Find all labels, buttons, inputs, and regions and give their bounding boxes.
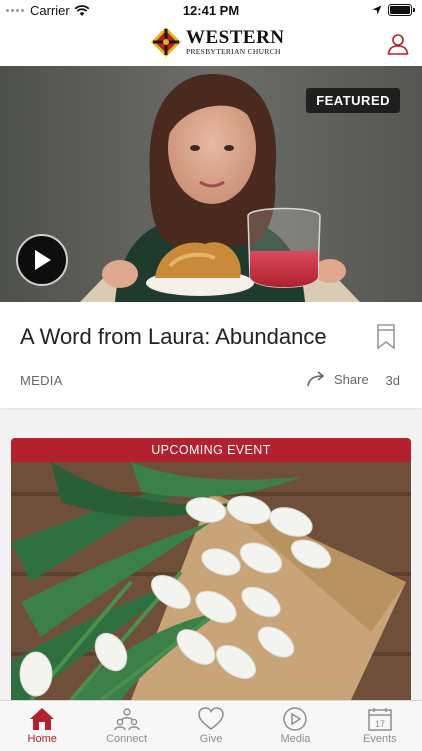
status-bar: Carrier 12:41 PM [0, 0, 422, 22]
calendar-day: 17 [375, 719, 385, 729]
play-circle-icon [283, 707, 308, 731]
tab-label: Connect [106, 733, 148, 745]
tab-home[interactable]: Home [0, 701, 84, 751]
tab-label: Home [27, 733, 57, 745]
play-button[interactable] [16, 234, 68, 286]
heart-icon [198, 707, 224, 730]
upcoming-event-card[interactable]: UPCOMING EVENT [11, 438, 411, 700]
post-age: 3d [385, 373, 400, 388]
tab-bar: Home Connect Give Media 17 Events [0, 700, 422, 751]
church-logo: WESTERN PRESBYTERIAN CHURCH [150, 26, 285, 58]
featured-badge: FEATURED [306, 88, 400, 113]
home-icon [30, 708, 55, 730]
card-title[interactable]: A Word from Laura: Abundance [20, 324, 327, 350]
location-arrow-icon [372, 5, 382, 15]
clock: 12:41 PM [182, 3, 240, 18]
tab-give[interactable]: Give [169, 701, 253, 751]
profile-button[interactable] [386, 32, 410, 56]
app-header: WESTERN PRESBYTERIAN CHURCH [0, 22, 422, 67]
featured-media-card[interactable]: FEATURED A Word from Laura: Abundance ME… [0, 66, 422, 408]
bookmark-icon [377, 324, 395, 350]
user-icon [387, 34, 409, 55]
connect-icon [113, 708, 140, 731]
event-image[interactable] [11, 462, 411, 700]
battery-icon [388, 4, 415, 16]
tab-connect[interactable]: Connect [84, 701, 168, 751]
logo-title: WESTERN [186, 27, 285, 49]
status-right [372, 4, 415, 16]
play-icon [35, 250, 51, 270]
tulips-photo [11, 462, 411, 700]
card-category: MEDIA [20, 373, 63, 388]
bookmark-button[interactable] [376, 324, 396, 350]
tab-events[interactable]: 17 Events [338, 701, 422, 751]
tab-label: Events [363, 733, 397, 745]
tab-label: Give [199, 733, 223, 745]
tab-media[interactable]: Media [253, 701, 337, 751]
calendar-icon: 17 [368, 708, 392, 731]
event-banner: UPCOMING EVENT [11, 438, 411, 462]
tab-label: Media [280, 733, 311, 745]
logo-subtitle: PRESBYTERIAN CHURCH [186, 47, 281, 57]
church-cross-logo-icon [151, 27, 181, 57]
share-label: Share [334, 371, 369, 387]
share-button[interactable]: Share [306, 370, 369, 388]
share-arrow-icon [307, 371, 325, 387]
video-thumbnail[interactable]: FEATURED [0, 66, 422, 302]
